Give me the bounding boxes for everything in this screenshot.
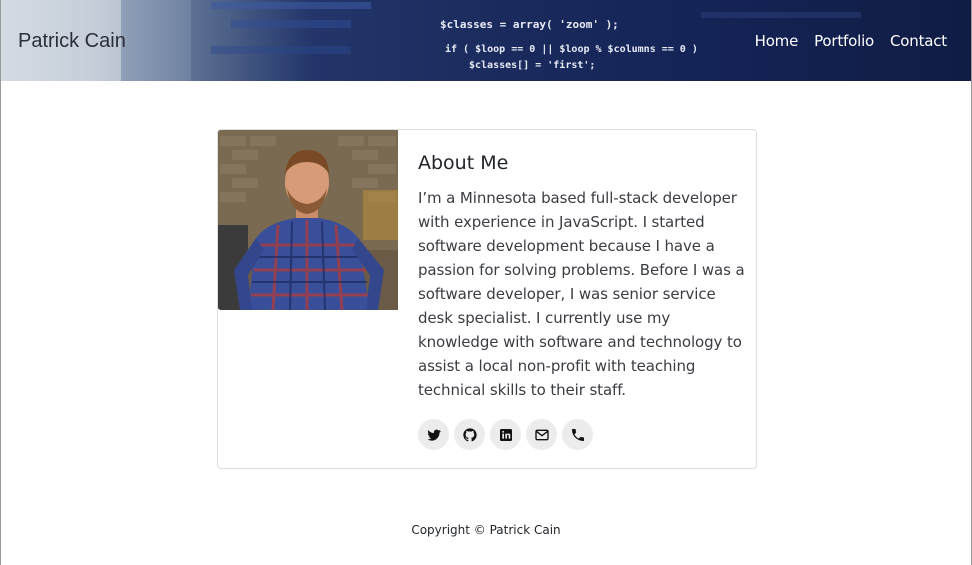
nav-link-portfolio[interactable]: Portfolio	[814, 32, 874, 50]
github-button[interactable]	[454, 419, 485, 450]
code-line: $classes = array( 'zoom' );	[440, 18, 619, 31]
nav-link-home[interactable]: Home	[755, 32, 799, 50]
navbar: $classes = array( 'zoom' ); if ( $loop =…	[1, 0, 971, 81]
github-icon	[462, 427, 477, 441]
linkedin-button[interactable]	[490, 419, 521, 450]
linkedin-icon	[499, 428, 512, 441]
email-button[interactable]	[526, 419, 557, 450]
about-card-body: About Me I’m a Minnesota based full-stac…	[418, 152, 748, 450]
nav-link-contact[interactable]: Contact	[890, 32, 947, 50]
site-brand[interactable]: Patrick Cain	[18, 30, 126, 53]
footer: Copyright © Patrick Cain	[1, 523, 971, 537]
about-text: I’m a Minnesota based full-stack develop…	[418, 189, 745, 399]
twitter-icon	[426, 429, 441, 441]
phone-icon	[571, 428, 584, 441]
code-line: $classes[] = 'first';	[469, 59, 595, 71]
copyright-text: Copyright © Patrick Cain	[411, 523, 561, 537]
twitter-button[interactable]	[418, 419, 449, 450]
profile-photo	[218, 130, 398, 310]
phone-button[interactable]	[562, 419, 593, 450]
main-nav: Home Portfolio Contact	[755, 32, 948, 50]
about-card: About Me I’m a Minnesota based full-stac…	[217, 129, 757, 469]
about-title: About Me	[418, 152, 509, 174]
code-line: if ( $loop == 0 || $loop % $columns == 0…	[445, 43, 698, 55]
social-links	[418, 419, 748, 450]
envelope-icon	[534, 429, 549, 440]
